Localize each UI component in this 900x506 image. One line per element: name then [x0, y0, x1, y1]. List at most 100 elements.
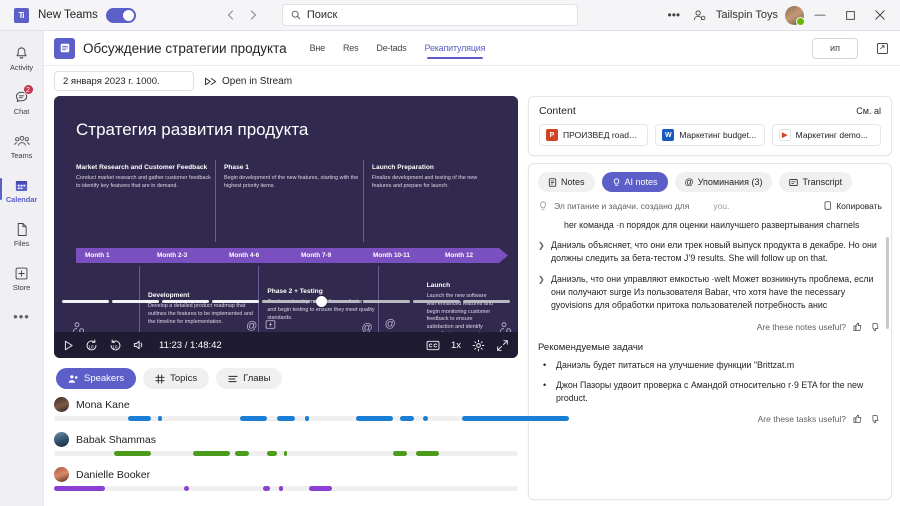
tasks-feedback-row: Are these tasks useful?: [538, 412, 882, 430]
speech-segment: [415, 451, 440, 456]
tab-transcript-label: Transcript: [802, 177, 843, 187]
timeline-block-market-research: Market Research and Customer Feedback Co…: [76, 164, 224, 242]
date-row: 2 января 2023 г. 1000. Open in Stream: [44, 66, 900, 96]
content-file-chips: P ПРОИЗВЕД roadmap... W Маркетинг budget…: [539, 124, 881, 146]
closed-caption-icon[interactable]: [426, 340, 440, 351]
tab-topics-label: Topics: [170, 373, 198, 384]
titlebar-center: Поиск: [136, 4, 662, 26]
speaker-timeline-track[interactable]: [54, 451, 518, 456]
note-icon: [548, 177, 557, 187]
bullet-icon: •: [543, 380, 547, 391]
thumbs-down-icon[interactable]: [870, 322, 880, 332]
timeline-month-bar: Month 1 Month 2-3 Month 4-6 Month 7-9 Mo…: [76, 248, 508, 263]
meeting-date-field[interactable]: 2 января 2023 г. 1000.: [54, 71, 194, 91]
titlebar-right: ••• Tailspin Toys —: [662, 0, 896, 31]
fullscreen-icon[interactable]: [496, 339, 509, 352]
transcript-icon: [789, 178, 799, 187]
content-title: Content: [539, 105, 576, 117]
sidebar-item-files[interactable]: Files: [1, 213, 43, 255]
thumbs-up-icon[interactable]: [853, 414, 863, 424]
gear-icon[interactable]: [472, 339, 485, 352]
tab-ai-notes[interactable]: AI notes: [601, 172, 668, 192]
rewind-10-icon[interactable]: 10: [85, 338, 98, 352]
maximize-button[interactable]: [836, 0, 864, 31]
speaker-row-danielle-booker: Danielle Booker: [54, 467, 518, 500]
file-chip-roadmap[interactable]: P ПРОИЗВЕД roadmap...: [539, 124, 649, 146]
main-content: Обсуждение стратегии продукта Вне Res De…: [44, 31, 900, 506]
timeline-text: Finalize development and testing of the …: [372, 175, 478, 189]
person-settings-icon: [72, 321, 85, 332]
at-icon: @: [684, 177, 694, 187]
speech-segment: [114, 451, 152, 456]
tab-res[interactable]: Res: [334, 34, 367, 62]
tab-details[interactable]: De-tads: [367, 34, 415, 62]
tab-transcript[interactable]: Transcript: [779, 172, 853, 192]
content-card-header: Content См. al: [539, 105, 881, 117]
sidebar-item-store[interactable]: Store: [1, 257, 43, 299]
speech-segment: [158, 416, 163, 421]
search-input[interactable]: Поиск: [281, 4, 578, 26]
minimize-button[interactable]: —: [806, 0, 834, 31]
file-chip-budget[interactable]: W Маркетинг budget...: [655, 124, 765, 146]
copy-label: Копировать: [836, 201, 882, 211]
back-button[interactable]: [220, 4, 242, 26]
speaker-timeline-track[interactable]: [54, 416, 570, 421]
speech-segment: [267, 451, 277, 456]
speech-segment: [422, 416, 428, 421]
thumbs-down-icon[interactable]: [870, 414, 880, 424]
new-teams-toggle[interactable]: [105, 7, 136, 23]
notes-meta-label: Эл питание и задачи. создано для: [554, 201, 690, 211]
tab-chapters[interactable]: Главы: [216, 368, 283, 389]
notes-intro-text: her команда ­­·n порядок для оценки наил…: [564, 220, 860, 230]
sidebar-item-activity[interactable]: Activity: [1, 37, 43, 79]
stream-icon: [204, 76, 217, 87]
at-sign-icon: @: [246, 320, 258, 332]
speech-segment: [304, 416, 310, 421]
tab-vne[interactable]: Вне: [301, 34, 334, 62]
join-button[interactable]: ип: [812, 37, 858, 59]
avatar[interactable]: [785, 5, 805, 26]
month-label: Month 1: [85, 252, 110, 259]
speech-segment: [239, 416, 268, 421]
progress-handle[interactable]: [316, 296, 327, 307]
sidebar-item-calendar[interactable]: Calendar: [0, 169, 43, 211]
copy-button[interactable]: Копировать: [823, 201, 882, 211]
thumbs-up-icon[interactable]: [853, 322, 863, 332]
sidebar-more-icon[interactable]: •••: [13, 309, 30, 324]
speaker-name-row: Babak Shammas: [54, 432, 518, 447]
see-all-link[interactable]: См. al: [856, 106, 881, 116]
tab-mentions[interactable]: @ Упоминания (3): [674, 172, 773, 192]
sidebar-item-teams-label: Teams: [10, 150, 33, 160]
tab-mentions-label: Упоминания (3): [697, 177, 763, 187]
org-name-label: Tailspin Toys: [715, 9, 778, 21]
chevron-right-icon[interactable]: ❯: [538, 239, 545, 265]
progress-segment: [412, 299, 460, 304]
open-in-stream-link[interactable]: Open in Stream: [204, 76, 292, 87]
play-icon[interactable]: [63, 340, 74, 351]
people-add-icon[interactable]: [688, 3, 712, 27]
tab-speakers[interactable]: Speakers: [56, 368, 137, 389]
video-player[interactable]: Стратегия развития продукта Market Resea…: [54, 96, 518, 358]
more-horizontal-icon[interactable]: •••: [662, 3, 686, 27]
notes-scrollbar[interactable]: [886, 237, 889, 329]
teams-logo-icon: Ti: [13, 7, 29, 23]
tab-topics[interactable]: Topics: [143, 368, 210, 389]
file-chip-demo[interactable]: ▶ Маркетинг demo...: [771, 124, 881, 146]
popout-icon[interactable]: [872, 38, 892, 58]
forward-button[interactable]: [242, 4, 264, 26]
video-progress-bar[interactable]: [54, 299, 518, 304]
playback-rate-button[interactable]: 1x: [451, 340, 461, 351]
speaker-timeline-track[interactable]: [54, 486, 518, 491]
notes-feedback-row: Are these notes useful?: [538, 320, 882, 338]
tab-notes[interactable]: Notes: [538, 172, 595, 192]
speech-segment: [392, 451, 407, 456]
chevron-right-icon[interactable]: ❯: [538, 273, 545, 312]
forward-10-icon[interactable]: 10: [109, 338, 122, 352]
tab-recap[interactable]: Рекапитуляция: [416, 34, 495, 62]
volume-icon[interactable]: [133, 339, 146, 351]
progress-segment: [462, 299, 510, 304]
close-button[interactable]: [866, 0, 894, 31]
sidebar-item-teams[interactable]: Teams: [1, 125, 43, 167]
sidebar-item-chat[interactable]: 2 Chat: [1, 81, 43, 123]
notes-body: Эл питание и задачи. создано для you. Ко…: [529, 199, 891, 499]
